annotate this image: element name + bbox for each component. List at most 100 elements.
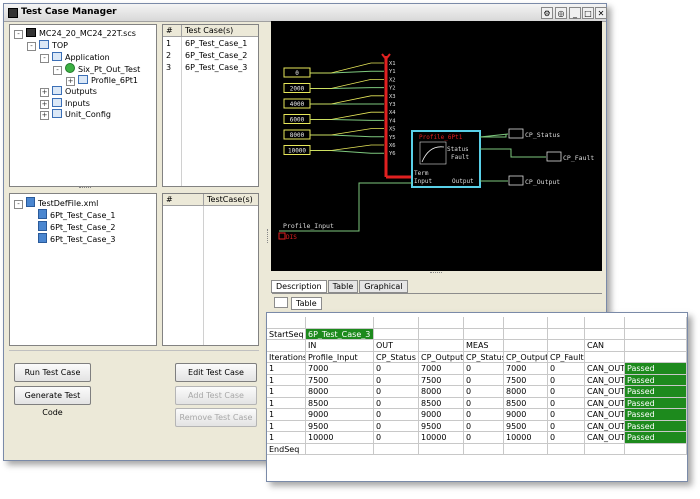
table-cell[interactable]: CAN_OUT xyxy=(585,374,625,386)
column-header[interactable]: Profile_Input xyxy=(306,351,374,363)
table-cell[interactable]: CAN_OUT xyxy=(585,420,625,432)
table-cell[interactable] xyxy=(464,443,504,455)
table-cell[interactable] xyxy=(548,340,585,352)
column-header[interactable]: CP_Status xyxy=(464,351,504,363)
tree-item[interactable]: + Profile_6Pt1 xyxy=(66,74,138,86)
testdef-item[interactable]: 6Pt_Test_Case_2 xyxy=(38,221,115,232)
table-cell[interactable]: 8500 xyxy=(504,397,548,409)
table-cell[interactable] xyxy=(374,443,419,455)
table-cell[interactable]: 10000 xyxy=(419,432,464,444)
table-cell[interactable] xyxy=(374,317,419,329)
add-test-case-button[interactable]: Add Test Case xyxy=(175,386,257,405)
expand-icon[interactable]: + xyxy=(40,111,49,120)
tab-description[interactable]: Description xyxy=(271,280,327,293)
table-cell[interactable]: 0 xyxy=(374,409,419,421)
table-cell[interactable] xyxy=(585,328,625,340)
table-cell[interactable]: 1 xyxy=(267,397,306,409)
table-cell[interactable]: 9500 xyxy=(504,420,548,432)
table-cell[interactable]: 0 xyxy=(548,374,585,386)
table-cell[interactable] xyxy=(585,317,625,329)
splitter-handle[interactable] xyxy=(79,187,91,190)
table-cell[interactable]: 0 xyxy=(548,386,585,398)
status-badge[interactable]: Passed xyxy=(625,363,687,375)
collapse-icon[interactable]: - xyxy=(14,200,23,209)
table-cell[interactable] xyxy=(419,340,464,352)
horizontal-splitter[interactable] xyxy=(430,272,442,275)
expand-icon[interactable]: + xyxy=(40,88,49,97)
table-cell[interactable] xyxy=(625,317,687,329)
table-cell[interactable]: 9500 xyxy=(306,420,374,432)
minimize-button[interactable]: _ xyxy=(569,7,581,19)
table-cell[interactable] xyxy=(464,317,504,329)
tree-item[interactable]: - Application xyxy=(40,51,110,63)
table-cell[interactable]: 7500 xyxy=(306,374,374,386)
group-in-cell[interactable]: IN xyxy=(306,340,374,352)
test-case-row[interactable]: 3 6P_Test_Case_3 xyxy=(163,63,258,74)
status-badge[interactable]: Passed xyxy=(625,374,687,386)
fault-output-block[interactable] xyxy=(546,151,562,162)
table-cell[interactable] xyxy=(585,443,625,455)
table-cell[interactable]: 9000 xyxy=(504,409,548,421)
column-header[interactable] xyxy=(585,351,625,363)
output-block[interactable] xyxy=(508,175,524,186)
table-cell[interactable]: CAN_OUT xyxy=(585,409,625,421)
expand-icon[interactable]: + xyxy=(66,76,75,86)
table-cell[interactable] xyxy=(267,340,306,352)
table-cell[interactable] xyxy=(504,317,548,329)
column-header[interactable]: Iterations xyxy=(267,351,306,363)
table-cell[interactable] xyxy=(625,340,687,352)
table-cell[interactable] xyxy=(548,328,585,340)
edit-test-case-button[interactable]: Edit Test Case xyxy=(175,363,257,382)
table-cell[interactable] xyxy=(504,328,548,340)
table-cell[interactable]: 0 xyxy=(374,374,419,386)
table-cell[interactable]: 7000 xyxy=(504,363,548,375)
table-cell[interactable]: 1 xyxy=(267,432,306,444)
tab-table[interactable]: Table xyxy=(327,280,359,293)
table-cell[interactable] xyxy=(419,317,464,329)
table-cell[interactable]: 8000 xyxy=(306,386,374,398)
testdef-item[interactable]: 6Pt_Test_Case_1 xyxy=(38,209,115,220)
status-badge[interactable]: Passed xyxy=(625,432,687,444)
table-cell[interactable] xyxy=(306,317,374,329)
table-cell[interactable]: 1 xyxy=(267,420,306,432)
status-badge[interactable]: Passed xyxy=(625,397,687,409)
table-cell[interactable]: 0 xyxy=(464,432,504,444)
group-meas-cell[interactable]: MEAS xyxy=(464,340,504,352)
status-badge[interactable]: Passed xyxy=(625,420,687,432)
subtab-table[interactable]: Table xyxy=(291,297,322,310)
status-badge[interactable]: Passed xyxy=(625,386,687,398)
table-cell[interactable]: 10000 xyxy=(504,432,548,444)
column-header[interactable]: CP_Output xyxy=(504,351,548,363)
run-test-case-button[interactable]: Run Test Case xyxy=(14,363,91,382)
table-cell[interactable]: 0 xyxy=(548,432,585,444)
table-cell[interactable]: 1 xyxy=(267,374,306,386)
test-case-row[interactable]: 2 6P_Test_Case_2 xyxy=(163,51,258,62)
table-cell[interactable] xyxy=(419,443,464,455)
table-cell[interactable]: 10000 xyxy=(306,432,374,444)
column-header[interactable] xyxy=(625,351,687,363)
tree-item[interactable]: - TOP xyxy=(27,40,68,51)
status-output-block[interactable] xyxy=(508,128,524,139)
table-cell[interactable]: 0 xyxy=(374,363,419,375)
endseq-cell[interactable]: EndSeq xyxy=(267,443,306,455)
table-cell[interactable]: 8500 xyxy=(419,397,464,409)
column-header[interactable]: CP_Status xyxy=(374,351,419,363)
collapse-icon[interactable]: - xyxy=(27,42,36,51)
table-cell[interactable]: 0 xyxy=(374,386,419,398)
table-cell[interactable]: 9500 xyxy=(419,420,464,432)
table-cell[interactable]: 0 xyxy=(374,432,419,444)
testdef-tree[interactable]: - TestDefFile.xml 6Pt_Test_Case_1 6Pt_Test… xyxy=(9,193,157,346)
table-cell[interactable]: 0 xyxy=(464,363,504,375)
table-cell[interactable]: 1 xyxy=(267,409,306,421)
diagram-canvas[interactable]: 0 2000 4000 6000 8000 10000 X1 Y1 X2 Y2 X3 Y3 X4 Y4 X… xyxy=(271,21,602,271)
table-cell[interactable] xyxy=(548,443,585,455)
test-case-list[interactable]: # Test Case(s) 1 6P_Test_Case_1 2 6P_Test_C… xyxy=(162,24,259,187)
group-out-cell[interactable]: OUT xyxy=(374,340,419,352)
table-cell[interactable]: CAN_OUT xyxy=(585,432,625,444)
target-icon[interactable]: ◎ xyxy=(555,7,567,19)
table-cell[interactable] xyxy=(504,443,548,455)
table-cell[interactable]: 0 xyxy=(464,409,504,421)
table-cell[interactable]: 7500 xyxy=(419,374,464,386)
testdef-item[interactable]: 6Pt_Test_Case_3 xyxy=(38,233,115,244)
table-cell[interactable]: 1 xyxy=(267,363,306,375)
